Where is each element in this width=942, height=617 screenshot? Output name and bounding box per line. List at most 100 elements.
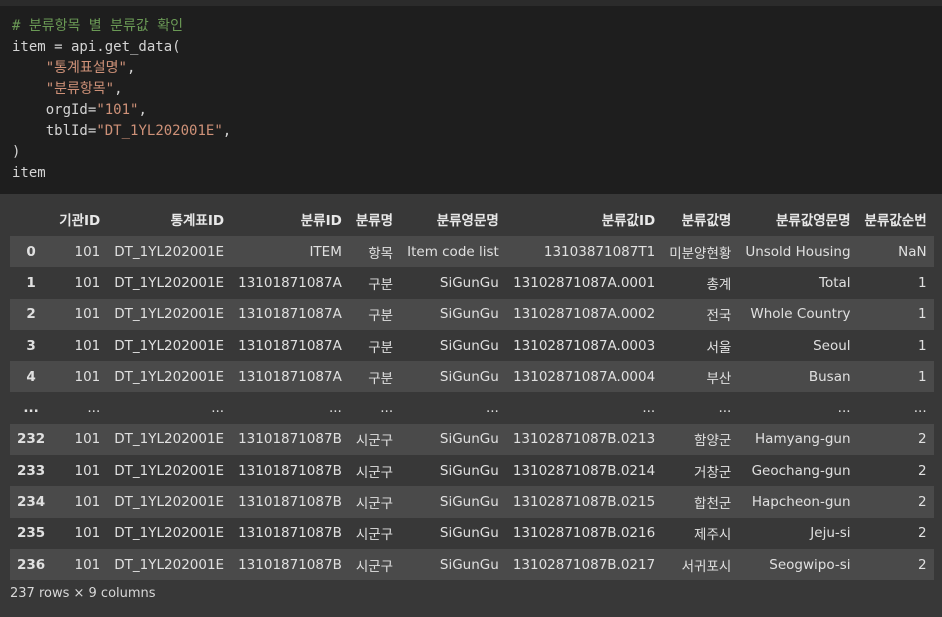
table-row: 1 101 DT_1YL202001E 13101871087A 구분 SiGunGu 13…: [10, 267, 934, 299]
table-cell: SiGunGu: [400, 329, 506, 362]
table-cell: 2: [857, 423, 934, 456]
column-header: 분류값영문명: [776, 213, 851, 229]
table-cell: ITEM: [231, 236, 349, 268]
code-editor[interactable]: # 분류항목 별 분류값 확인 item = api.get_data( "통계…: [12, 16, 231, 184]
table-cell: Item code list: [400, 236, 506, 268]
table-cell: 13101871087A: [231, 329, 349, 362]
table-row: 2 101 DT_1YL202001E 13101871087A 구분 SiGunGu 13…: [10, 298, 934, 330]
dataframe-table: 기관ID 통계표ID 분류ID 분류명 분류영문명 분류값ID 분류값명 분류값영문명 분류값순…: [10, 202, 934, 581]
table-cell: DT_1YL202001E: [107, 517, 232, 549]
table-cell: 13102871087B.0216: [505, 517, 663, 549]
table-cell: 13103871087T1: [505, 236, 663, 268]
table-cell: 함양군: [662, 423, 739, 456]
table-row: 234 101 DT_1YL202001E 13101871087B 시군구 SiGunG…: [10, 486, 934, 518]
table-cell: 13101871087A: [231, 267, 349, 299]
table-cell: DT_1YL202001E: [107, 423, 232, 456]
table-cell: DT_1YL202001E: [107, 455, 232, 487]
table-cell: 시군구: [348, 517, 401, 549]
table-cell: 거창군: [662, 455, 739, 487]
table-cell: 1: [857, 329, 934, 362]
table-cell: Unsold Housing: [738, 236, 858, 268]
table-cell: 13101871087B: [231, 455, 349, 487]
table-cell: 2: [857, 517, 934, 549]
table-row: 4 101 DT_1YL202001E 13101871087A 구분 SiGunGu 13…: [10, 361, 934, 393]
index-header: [10, 202, 52, 236]
code-kwarg-tblid: tblId: [45, 123, 88, 139]
table-cell: SiGunGu: [400, 267, 506, 299]
table-row: ..............................: [10, 392, 934, 424]
column-header: 분류영문명: [436, 213, 499, 229]
table-cell: 101: [52, 517, 108, 549]
table-cell: 1: [857, 361, 934, 393]
row-index: 3: [10, 329, 53, 362]
code-var: item: [12, 39, 46, 55]
table-cell: 항목: [348, 236, 401, 268]
table-cell: 13102871087B.0213: [505, 423, 663, 456]
table-cell: Total: [738, 267, 858, 299]
table-cell: ...: [348, 392, 401, 424]
table-cell: 13102871087B.0214: [505, 455, 663, 487]
table-cell: 구분: [348, 361, 401, 393]
output-area: 기관ID 통계표ID 분류ID 분류명 분류영문명 분류값ID 분류값명 분류값영문명 분류값순…: [0, 194, 942, 617]
table-cell: ...: [400, 392, 506, 424]
table-cell: Jeju-si: [738, 517, 858, 549]
row-index: 234: [10, 486, 53, 518]
table-cell: 2: [857, 486, 934, 518]
table-cell: Busan: [738, 361, 858, 393]
table-cell: 13101871087B: [231, 548, 349, 581]
table-cell: 13102871087A.0004: [505, 361, 663, 393]
code-display-var: item: [12, 165, 46, 181]
table-header-row: 기관ID 통계표ID 분류ID 분류명 분류영문명 분류값ID 분류값명 분류값영문명 분류값순…: [10, 202, 934, 236]
table-cell: 2: [857, 548, 934, 581]
table-cell: SiGunGu: [400, 298, 506, 330]
table-cell: DT_1YL202001E: [107, 548, 232, 581]
table-cell: SiGunGu: [400, 423, 506, 456]
table-cell: 시군구: [348, 486, 401, 518]
row-index: 0: [10, 236, 53, 268]
row-index: 4: [10, 361, 53, 393]
row-index: 2: [10, 298, 53, 330]
table-cell: 합천군: [662, 486, 739, 518]
code-arg-detail: "분류항목": [45, 81, 115, 97]
table-row: 3 101 DT_1YL202001E 13101871087A 구분 SiGunGu 13…: [10, 329, 934, 362]
table-cell: ...: [231, 392, 349, 424]
table-cell: 구분: [348, 298, 401, 330]
table-cell: 구분: [348, 329, 401, 362]
code-kwarg-tblid-value: "DT_1YL202001E": [96, 123, 223, 139]
table-cell: SiGunGu: [400, 517, 506, 549]
table-row: 236 101 DT_1YL202001E 13101871087B 시군구 SiGunG…: [10, 548, 934, 581]
code-call: = api.get_data(: [45, 39, 181, 55]
table-cell: 부산: [662, 361, 739, 393]
table-cell: Hapcheon-gun: [738, 486, 858, 518]
row-index: 236: [10, 548, 53, 581]
code-arg-service: "통계표설명": [45, 60, 127, 76]
table-cell: 제주시: [662, 517, 739, 549]
table-cell: 1: [857, 298, 934, 330]
table-row: 235 101 DT_1YL202001E 13101871087B 시군구 SiGunG…: [10, 517, 934, 549]
table-cell: SiGunGu: [400, 548, 506, 581]
column-header: 기관ID: [59, 213, 101, 229]
row-index: 235: [10, 517, 53, 549]
table-cell: 서울: [662, 329, 739, 362]
table-cell: 2: [857, 455, 934, 487]
table-cell: ...: [52, 392, 108, 424]
table-row: 0 101 DT_1YL202001E ITEM 항목 Item code list 131…: [10, 236, 934, 268]
table-cell: 13102871087B.0217: [505, 548, 663, 581]
table-cell: 13101871087B: [231, 486, 349, 518]
table-cell: 시군구: [348, 423, 401, 456]
column-header: 통계표ID: [170, 213, 225, 229]
dataframe-shape: 237 rows × 9 columns: [10, 586, 156, 601]
code-kwarg-orgid: orgId: [45, 102, 88, 118]
code-kwarg-orgid-value: "101": [96, 102, 139, 118]
table-body: 0 101 DT_1YL202001E ITEM 항목 Item code list 131…: [10, 236, 934, 581]
table-cell: 1: [857, 267, 934, 299]
table-cell: 13101871087B: [231, 517, 349, 549]
table-row: 232 101 DT_1YL202001E 13101871087B 시군구 SiGunG…: [10, 423, 934, 456]
table-cell: 13101871087A: [231, 298, 349, 330]
table-cell: 13101871087A: [231, 361, 349, 393]
table-cell: 전국: [662, 298, 739, 330]
table-cell: SiGunGu: [400, 361, 506, 393]
column-header: 분류ID: [300, 213, 342, 229]
table-cell: 구분: [348, 267, 401, 299]
code-cell[interactable]: # 분류항목 별 분류값 확인 item = api.get_data( "통계…: [0, 6, 942, 194]
